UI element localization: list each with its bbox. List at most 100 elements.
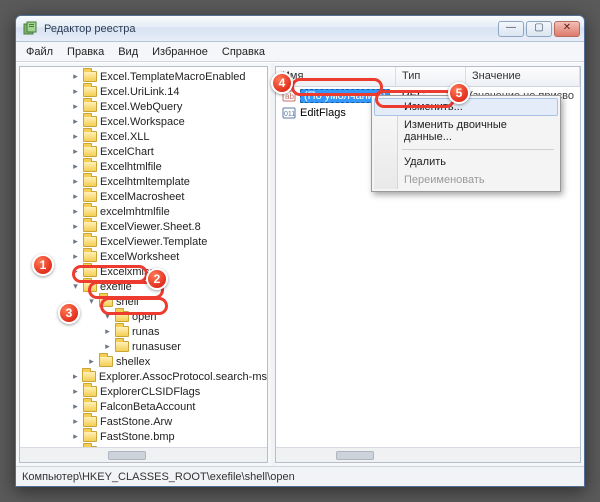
chevron-right-icon[interactable]: ▸	[70, 116, 81, 127]
menu-file[interactable]: Файл	[20, 44, 59, 60]
folder-icon	[83, 146, 97, 157]
chevron-right-icon[interactable]: ▸	[70, 206, 81, 217]
chevron-right-icon[interactable]: ▸	[70, 251, 81, 262]
chevron-right-icon[interactable]: ▸	[70, 191, 81, 202]
string-value-icon: ab	[282, 89, 296, 103]
folder-icon	[115, 326, 129, 337]
tree-label: ExcelChart	[100, 146, 154, 158]
menubar: Файл Правка Вид Избранное Справка	[16, 42, 584, 62]
folder-icon	[83, 236, 97, 247]
tree-item[interactable]: ▾exefile	[24, 279, 267, 294]
chevron-right-icon[interactable]: ▸	[70, 236, 81, 247]
ctx-modify-binary[interactable]: Изменить двоичные данные...	[374, 116, 558, 146]
ctx-modify[interactable]: Изменить...	[374, 98, 558, 116]
tree-item[interactable]: ▸FastStone.Arw	[24, 414, 267, 429]
tree-item[interactable]: ▸shellex	[24, 354, 267, 369]
chevron-right-icon[interactable]: ▸	[70, 416, 81, 427]
maximize-button[interactable]: ▢	[526, 21, 552, 37]
svg-text:ab: ab	[285, 92, 294, 101]
tree-item[interactable]: ▸ ExplorerCLSIDFlags	[24, 384, 267, 399]
tree-item[interactable]: ▸Explorer.AssocProtocol.search-ms	[24, 369, 267, 384]
tree-item[interactable]: ▸Excel.TemplateMacroEnabled	[24, 69, 267, 84]
tree-item[interactable]: ▸Excel.XLL	[24, 129, 267, 144]
chevron-right-icon[interactable]: ▸	[70, 176, 81, 187]
status-path: Компьютер\HKEY_CLASSES_ROOT\exefile\shel…	[22, 471, 295, 483]
chevron-right-icon[interactable]: ▸	[102, 326, 113, 337]
tree-item[interactable]: ▸Excelhtmltemplate	[24, 174, 267, 189]
chevron-right-icon[interactable]: ▸	[70, 266, 81, 277]
folder-icon	[83, 86, 97, 97]
list-hscroll[interactable]	[276, 447, 580, 462]
tree-label: Excelxmlss	[100, 266, 155, 278]
chevron-right-icon[interactable]: ▸	[70, 131, 81, 142]
menu-view[interactable]: Вид	[112, 44, 144, 60]
svg-text:011: 011	[284, 111, 295, 118]
tree-item[interactable]: ▸Excel.WebQuery	[24, 99, 267, 114]
tree-item[interactable]: ▸ ExcelViewer.Template	[24, 234, 267, 249]
tree-item[interactable]: ▸ExcelWorksheet	[24, 249, 267, 264]
menu-edit[interactable]: Правка	[61, 44, 110, 60]
tree-item[interactable]: ▾shell	[24, 294, 267, 309]
folder-icon	[83, 131, 97, 142]
tree-item[interactable]: ▸ FalconBetaAccount	[24, 399, 267, 414]
tree-item[interactable]: ▾ open	[24, 309, 267, 324]
chevron-down-icon[interactable]: ▾	[102, 311, 113, 322]
tree-item[interactable]: ▸FastStone.bmp	[24, 429, 267, 444]
tree-label: open	[132, 311, 156, 323]
chevron-right-icon[interactable]: ▸	[102, 341, 113, 352]
folder-icon	[83, 266, 97, 277]
minimize-button[interactable]: —	[498, 21, 524, 37]
chevron-right-icon[interactable]: ▸	[70, 221, 81, 232]
col-type[interactable]: Тип	[396, 67, 466, 86]
chevron-right-icon[interactable]: ▸	[70, 146, 81, 157]
chevron-right-icon[interactable]: ▸	[70, 101, 81, 112]
value-name: EditFlags	[300, 107, 346, 119]
window-controls: — ▢ ✕	[498, 21, 580, 37]
statusbar: Компьютер\HKEY_CLASSES_ROOT\exefile\shel…	[16, 466, 584, 486]
chevron-right-icon[interactable]: ▸	[70, 86, 81, 97]
tree-label: ExcelViewer.Template	[100, 236, 207, 248]
menu-help[interactable]: Справка	[216, 44, 271, 60]
col-name[interactable]: Имя	[276, 67, 396, 86]
chevron-right-icon[interactable]: ▸	[70, 371, 80, 382]
folder-icon	[115, 311, 129, 322]
tree-item[interactable]: ▸Excelhtmlfile	[24, 159, 267, 174]
tree-item[interactable]: ▸ runasuser	[24, 339, 267, 354]
chevron-right-icon[interactable]: ▸	[86, 356, 97, 367]
folder-icon	[83, 71, 97, 82]
registry-tree[interactable]: ▸Excel.TemplateMacroEnabled▸Excel.UriLin…	[20, 67, 267, 462]
context-menu: Изменить... Изменить двоичные данные... …	[371, 95, 561, 192]
values-header: Имя Тип Значение	[276, 67, 580, 87]
regedit-window: Редактор реестра — ▢ ✕ Файл Правка Вид И…	[15, 15, 585, 487]
tree-item[interactable]: ▸runas	[24, 324, 267, 339]
tree-item[interactable]: ▸ExcelViewer.Sheet.8	[24, 219, 267, 234]
ctx-rename[interactable]: Переименовать	[374, 171, 558, 189]
tree-item[interactable]: ▸Excel.UriLink.14	[24, 84, 267, 99]
tree-label: runasuser	[132, 341, 181, 353]
col-value[interactable]: Значение	[466, 67, 580, 86]
chevron-right-icon[interactable]: ▸	[70, 401, 81, 412]
tree-item[interactable]: ▸Excel.Workspace	[24, 114, 267, 129]
folder-icon	[83, 416, 97, 427]
tree-hscroll[interactable]	[20, 447, 267, 462]
chevron-right-icon[interactable]: ▸	[70, 71, 81, 82]
tree-item[interactable]: ▸ ExcelChart	[24, 144, 267, 159]
tree-item[interactable]: ▸ExcelMacrosheet	[24, 189, 267, 204]
folder-icon	[83, 206, 97, 217]
tree-label: FalconBetaAccount	[100, 401, 195, 413]
menu-favorites[interactable]: Избранное	[146, 44, 214, 60]
close-button[interactable]: ✕	[554, 21, 580, 37]
folder-icon	[83, 116, 97, 127]
tree-item[interactable]: ▸excelmhtmlfile	[24, 204, 267, 219]
body: ▸Excel.TemplateMacroEnabled▸Excel.UriLin…	[16, 62, 584, 466]
tree-item[interactable]: ▸ Excelxmlss	[24, 264, 267, 279]
ctx-delete[interactable]: Удалить	[374, 153, 558, 171]
folder-icon	[83, 386, 97, 397]
chevron-down-icon[interactable]: ▾	[86, 296, 97, 307]
chevron-right-icon[interactable]: ▸	[70, 386, 81, 397]
chevron-right-icon[interactable]: ▸	[70, 431, 81, 442]
tree-label: ExplorerCLSIDFlags	[100, 386, 200, 398]
titlebar[interactable]: Редактор реестра — ▢ ✕	[16, 16, 584, 42]
chevron-right-icon[interactable]: ▸	[70, 161, 81, 172]
chevron-down-icon[interactable]: ▾	[70, 281, 81, 292]
